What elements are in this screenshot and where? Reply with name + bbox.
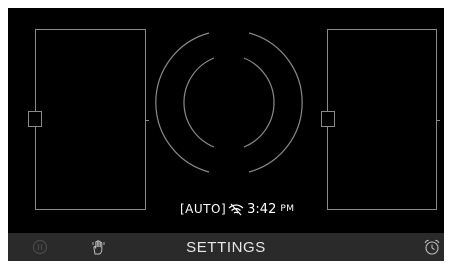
wifi-off-icon — [228, 203, 244, 216]
alarm-clock-icon[interactable] — [422, 237, 442, 257]
center-burner-arcs[interactable] — [154, 30, 304, 175]
right-cooking-zone[interactable] — [321, 29, 440, 210]
left-zone-handle[interactable] — [28, 111, 42, 127]
status-line: [AUTO] 3:42 PM — [180, 198, 295, 220]
inner-left-arc — [183, 57, 215, 148]
bottom-bar: SETTINGS — [8, 233, 444, 261]
settings-button[interactable]: SETTINGS — [8, 233, 444, 261]
device-screen: [AUTO] 3:42 PM SETTINGS — [0, 0, 452, 269]
right-zone-handle[interactable] — [321, 111, 335, 127]
cooktop-display: [AUTO] 3:42 PM — [8, 8, 444, 261]
right-zone-tick — [436, 120, 440, 121]
inner-right-arc — [243, 57, 275, 148]
outer-right-arc — [248, 32, 303, 173]
hand-touch-icon[interactable] — [88, 237, 110, 257]
clock-ampm: PM — [280, 204, 295, 214]
clock-time: 3:42 — [247, 201, 277, 217]
left-zone-tick — [145, 120, 149, 121]
power-icon[interactable] — [30, 237, 50, 257]
left-cooking-zone[interactable] — [28, 29, 149, 210]
outer-left-arc — [155, 32, 210, 173]
auto-badge: [AUTO] — [180, 202, 227, 216]
